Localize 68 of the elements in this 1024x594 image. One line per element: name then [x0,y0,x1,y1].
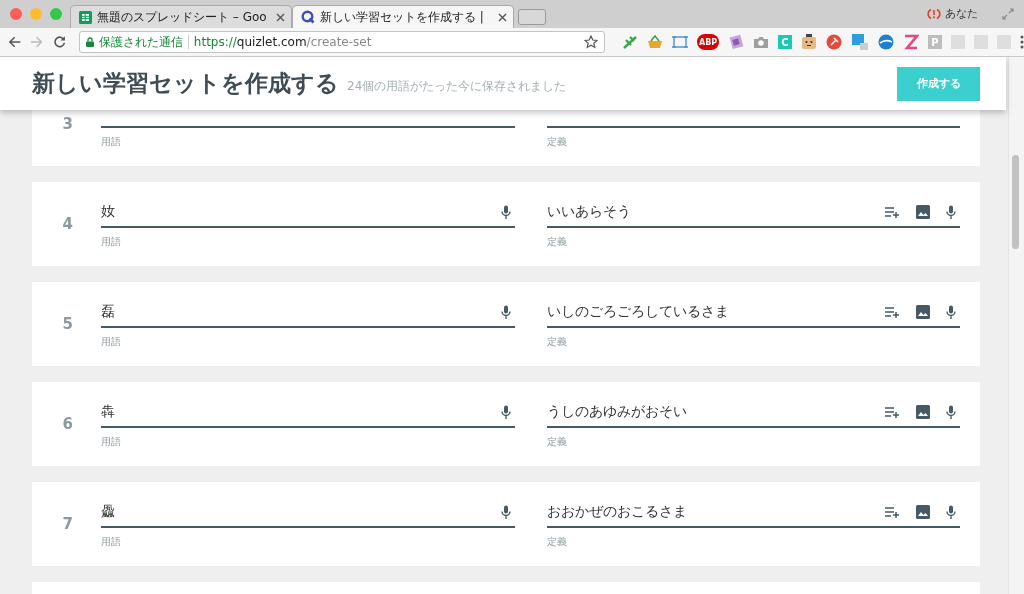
frame-icon[interactable] [672,34,688,50]
term-field[interactable]: 磊 [101,298,515,328]
more-menu-icon[interactable] [1020,35,1024,49]
note-icon[interactable] [728,34,744,50]
spreadsheet-icon [79,10,92,24]
field-label: 定義 [546,436,568,449]
lock-icon [85,37,94,47]
adblock-icon[interactable]: ABP [697,34,719,50]
image-icon[interactable] [916,305,930,319]
microphone-icon[interactable] [946,204,956,220]
profile-name[interactable]: あなた [945,6,978,21]
definition-field[interactable]: おおかぜのおこるさま [546,498,960,528]
save-status: 24個の用語がたった今に保存されました [347,78,567,95]
card-number: 6 [61,415,74,433]
microphone-icon[interactable] [500,304,511,320]
playlist-add-icon[interactable] [885,306,900,318]
card-number: 7 [61,515,74,533]
field-label: 定義 [546,136,568,149]
camera-icon[interactable] [753,34,769,50]
field-label: 用語 [101,336,122,349]
url-text: https://quizlet.com/create-set [193,35,372,49]
microphone-icon[interactable] [946,504,956,520]
address-bar[interactable]: 保護された通信 https://quizlet.com/create-set [78,31,605,53]
globe-icon[interactable] [878,34,894,50]
field-label: 定義 [546,236,568,249]
scrollbar[interactable] [1008,57,1024,594]
field-label: 用語 [101,436,122,449]
secure-label: 保護された通信 [98,33,183,51]
playlist-add-icon[interactable] [885,406,900,418]
image-icon[interactable] [916,505,930,519]
field-label: 用語 [101,136,122,149]
profile-icon [927,8,941,20]
zigzag-icon[interactable] [903,34,919,50]
basket-icon[interactable] [647,34,663,50]
card-number: 4 [61,215,74,233]
close-icon[interactable] [276,12,285,22]
browser-tab[interactable]: 新しい学習セットを作成する | [292,5,514,28]
close-icon[interactable] [498,12,507,22]
page-title: 新しい学習セットを作成する [32,69,339,98]
field-label: 用語 [101,536,122,549]
term-field[interactable]: 飍 [101,498,515,528]
reload-icon[interactable] [52,35,66,49]
microphone-icon[interactable] [500,404,511,420]
card-number: 5 [61,315,74,333]
definition-field[interactable]: うしのあゆみがおそい [546,398,960,428]
microphone-icon[interactable] [946,404,956,420]
field-label: 定義 [546,536,568,549]
definition-field[interactable]: いいあらそう [546,198,960,228]
card-number: 3 [61,115,74,133]
field-label: 用語 [101,236,122,249]
image-icon[interactable] [916,405,930,419]
image-icon[interactable] [916,205,930,219]
letter-q-icon [301,10,315,24]
definition-field[interactable]: いしのごろごろしているさま [546,298,960,328]
robot-face-icon[interactable] [801,34,817,50]
playlist-add-icon[interactable] [885,506,900,518]
microphone-icon[interactable] [500,504,511,520]
leaf-icon[interactable] [622,34,638,50]
playlist-add-icon[interactable] [885,206,900,218]
back-icon[interactable] [8,35,22,49]
microphone-icon[interactable] [500,204,511,220]
browser-tab[interactable]: 無題のスプレッドシート – Goo [70,5,292,28]
microphone-icon[interactable] [946,304,956,320]
field-label: 定義 [546,336,568,349]
window-icon[interactable] [851,33,869,51]
term-field[interactable]: 犇 [101,398,515,428]
term-field[interactable]: 奻 [101,198,515,228]
star-icon[interactable] [584,35,598,49]
